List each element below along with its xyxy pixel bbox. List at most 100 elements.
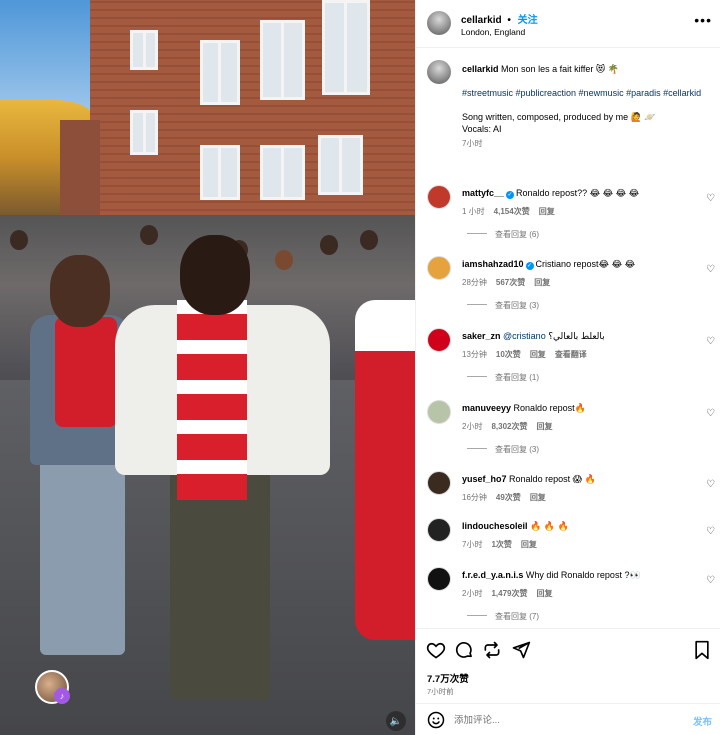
reply-button[interactable]: 回复 <box>530 493 546 502</box>
comment-composer: 发布 <box>416 703 720 735</box>
repost-icon[interactable] <box>481 639 503 661</box>
side-building <box>60 120 100 225</box>
view-replies-button[interactable]: 查看回复 (3) <box>467 444 539 455</box>
comment-input[interactable] <box>454 712 674 728</box>
reply-button[interactable]: 回复 <box>536 589 552 598</box>
action-bar: 7.7万次赞 7小时前 <box>416 628 720 703</box>
comment-item: mattyfc__ ✓ Ronaldo repost?? 😂 😂 😂 😂 1 小时 4,… <box>427 185 717 245</box>
reply-button[interactable]: 回复 <box>539 207 555 216</box>
video-player[interactable]: ♪ 🔈 <box>0 0 415 735</box>
post-time: 7小时前 <box>427 687 454 696</box>
comment-likes[interactable]: 1次赞 <box>491 540 511 549</box>
author-username[interactable]: cellarkid <box>461 15 502 26</box>
comment-likes[interactable]: 4,154次赞 <box>494 207 530 216</box>
comment-likes[interactable]: 567次赞 <box>496 278 525 287</box>
post-header: cellarkid • 关注 London, England ••• <box>416 0 720 48</box>
comment-text-row: saker_zn @cristiano بالعلط بالعالي؟ <box>462 330 697 342</box>
comment-meta: 2小时 8,302次赞 回复 <box>462 421 561 432</box>
likes-count[interactable]: 7.7万次赞 <box>427 671 469 685</box>
commenter-username[interactable]: f.r.e.d_y.a.n.i.s <box>462 570 523 580</box>
reply-button[interactable]: 回复 <box>530 350 546 359</box>
comment-time: 1 小时 <box>462 207 485 216</box>
comment-text-row: iamshahzad10 ✓ Cristiano repost😂 😂 😂 <box>462 258 697 270</box>
comment-text: Ronaldo repost 😱 🔥 <box>509 474 596 484</box>
bookmark-icon[interactable] <box>691 639 713 661</box>
commenter-avatar[interactable] <box>427 471 451 495</box>
comment-like-heart-icon[interactable]: ♡ <box>706 193 715 204</box>
comment-like-heart-icon[interactable]: ♡ <box>706 575 715 586</box>
comment-meta: 7小时 1次赞 回复 <box>462 539 546 550</box>
commenter-avatar[interactable] <box>427 567 451 591</box>
reply-button[interactable]: 回复 <box>536 422 552 431</box>
commenter-avatar[interactable] <box>427 518 451 542</box>
comment-like-heart-icon[interactable]: ♡ <box>706 408 715 419</box>
comment-meta: 2小时 1,479次赞 回复 <box>462 588 561 599</box>
caption-avatar[interactable] <box>427 60 451 84</box>
reply-button[interactable]: 回复 <box>521 540 537 549</box>
comment-mention[interactable]: @cristiano <box>503 331 546 341</box>
mute-icon[interactable]: 🔈 <box>386 711 406 731</box>
comment-meta: 13分钟 10次赞 回复 查看翻译 <box>462 349 596 360</box>
comment-text: بالعلط بالعالي؟ <box>548 331 605 341</box>
comment-text-row: f.r.e.d_y.a.n.i.s Why did Ronaldo repost… <box>462 569 697 581</box>
translate-button[interactable]: 查看翻译 <box>555 350 587 359</box>
comment-bubble-icon[interactable] <box>453 639 475 661</box>
caption-text: Mon son les a fait kiffer 😻 🌴 <box>501 64 620 74</box>
commenter-avatar[interactable] <box>427 400 451 424</box>
comment-item: saker_zn @cristiano بالعلط بالعالي؟ 13分钟 1… <box>427 328 717 388</box>
commenter-username[interactable]: mattyfc__ <box>462 188 504 198</box>
commenter-username[interactable]: yusef_ho7 <box>462 474 507 484</box>
comment-meta: 1 小时 4,154次赞 回复 <box>462 206 564 217</box>
commenter-username[interactable]: saker_zn <box>462 331 501 341</box>
caption-username[interactable]: cellarkid <box>462 64 499 74</box>
verified-badge-icon: ✓ <box>506 191 515 199</box>
post-comment-button[interactable]: 发布 <box>693 714 712 728</box>
comment-time: 2小时 <box>462 422 483 431</box>
verified-badge-icon: ✓ <box>525 262 534 270</box>
commenter-username[interactable]: lindouchesoleil <box>462 521 528 531</box>
view-replies-button[interactable]: 查看回复 (6) <box>467 229 539 240</box>
comment-time: 2小时 <box>462 589 483 598</box>
comment-like-heart-icon[interactable]: ♡ <box>706 264 715 275</box>
comment-like-heart-icon[interactable]: ♡ <box>706 526 715 537</box>
emoji-icon[interactable] <box>427 711 445 729</box>
commenter-avatar[interactable] <box>427 328 451 352</box>
follow-button[interactable]: 关注 <box>518 15 538 26</box>
comment-text: Ronaldo repost🔥 <box>513 403 586 413</box>
view-replies-button[interactable]: 查看回复 (7) <box>467 611 539 622</box>
comment-time: 7小时 <box>462 540 483 549</box>
reply-button[interactable]: 回复 <box>534 278 550 287</box>
more-horizontal-icon[interactable]: ••• <box>694 12 712 28</box>
comment-like-heart-icon[interactable]: ♡ <box>706 336 715 347</box>
view-replies-button[interactable]: 查看回复 (1) <box>467 372 539 383</box>
comment-likes[interactable]: 49次赞 <box>496 493 521 502</box>
comment-text: Why did Ronaldo repost ?👀 <box>525 570 641 580</box>
commenter-username[interactable]: iamshahzad10 <box>462 259 524 269</box>
commenter-avatar[interactable] <box>427 185 451 209</box>
comment-likes[interactable]: 8,302次赞 <box>491 422 527 431</box>
comment-likes[interactable]: 1,479次赞 <box>491 589 527 598</box>
commenter-username[interactable]: manuveeyy <box>462 403 511 413</box>
location-link[interactable]: London, England <box>461 27 525 37</box>
brick-building <box>90 0 415 225</box>
comment-text-row: lindouchesoleil 🔥 🔥 🔥 <box>462 520 697 532</box>
comment-item: manuveeyy Ronaldo repost🔥 2小时 8,302次赞 回复 ♡ 查看… <box>427 400 717 460</box>
comment-like-heart-icon[interactable]: ♡ <box>706 479 715 490</box>
comment-time: 16分钟 <box>462 493 487 502</box>
instagram-post-view: ♪ 🔈 cellarkid • 关注 London, England ••• c… <box>0 0 720 735</box>
commenter-avatar[interactable] <box>427 256 451 280</box>
share-send-icon[interactable] <box>510 639 532 661</box>
comment-likes[interactable]: 10次赞 <box>496 350 521 359</box>
view-replies-button[interactable]: 查看回复 (3) <box>467 300 539 311</box>
comment-text-row: mattyfc__ ✓ Ronaldo repost?? 😂 😂 😂 😂 <box>462 187 697 199</box>
caption-hashtags[interactable]: #streetmusic #publicreaction #newmusic #… <box>462 87 707 99</box>
author-avatar[interactable] <box>427 11 451 35</box>
comment-text: 🔥 🔥 🔥 <box>530 521 569 531</box>
comments-scroll[interactable]: cellarkid Mon son les a fait kiffer 😻 🌴 … <box>416 48 720 628</box>
comment-text: Ronaldo repost?? 😂 😂 😂 😂 <box>516 188 640 198</box>
comment-text-row: yusef_ho7 Ronaldo repost 😱 🔥 <box>462 473 697 485</box>
comment-text: Cristiano repost😂 😂 😂 <box>535 259 636 269</box>
fan-center <box>115 235 335 715</box>
post-sidebar: cellarkid • 关注 London, England ••• cella… <box>415 0 720 735</box>
like-heart-icon[interactable] <box>425 639 447 661</box>
